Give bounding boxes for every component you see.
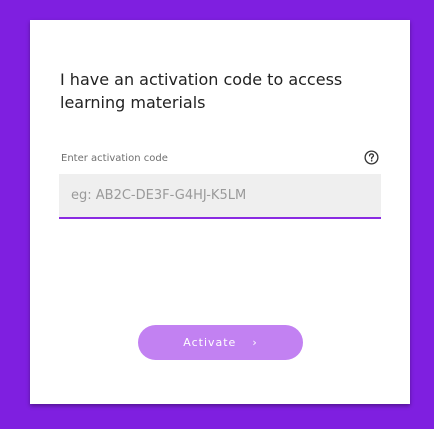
- activation-code-input[interactable]: [59, 174, 381, 217]
- activation-code-field: [59, 174, 381, 219]
- chevron-right-icon: ›: [252, 336, 258, 349]
- activate-button[interactable]: Activate ›: [138, 325, 303, 360]
- card-title: I have an activation code to access lear…: [60, 70, 343, 112]
- activation-code-label: Enter activation code: [61, 153, 168, 164]
- activation-card: I have an activation code to access lear…: [30, 20, 410, 404]
- help-circle-icon[interactable]: [364, 150, 379, 165]
- activate-button-label: Activate: [183, 336, 237, 349]
